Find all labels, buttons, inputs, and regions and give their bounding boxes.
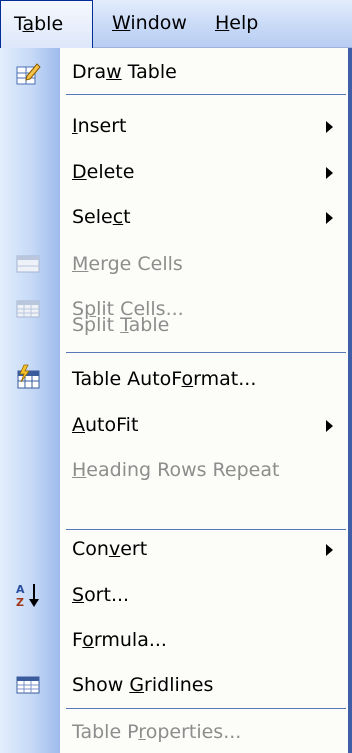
submenu-arrow-icon: [326, 544, 333, 556]
menu-item-label: Table AutoFormat...: [72, 368, 257, 390]
menu-separator: [66, 352, 346, 353]
menu-help-label: Help: [215, 12, 259, 34]
table-autoformat-icon: [15, 364, 41, 390]
menu-bar: Table Window Help: [0, 0, 352, 49]
menu-help[interactable]: Help: [215, 0, 258, 48]
menu-table-label: Table: [14, 13, 64, 35]
menu-item-label: Insert: [72, 115, 127, 137]
submenu-arrow-icon: [326, 420, 333, 432]
menu-table[interactable]: Table: [0, 0, 93, 49]
menu-window[interactable]: Window: [112, 0, 187, 48]
menu-item-label: Table Properties...: [72, 721, 242, 743]
menu-item-label: Draw Table: [72, 61, 177, 83]
menu-item-label: Heading Rows Repeat: [72, 459, 280, 481]
menu-item-label: Delete: [72, 161, 135, 183]
menu-separator: [66, 708, 346, 709]
show-gridlines-icon: [15, 672, 41, 698]
menu-separator: [66, 94, 346, 95]
merge-cells-icon: [15, 251, 41, 277]
menu-border: [348, 48, 352, 753]
menu-item-label: Split Table: [72, 314, 170, 336]
draw-table-icon: [15, 61, 41, 87]
menu-item-label: Select: [72, 206, 131, 228]
table-menu-dropdown: Draw Table Insert Delete Select Merge Ce…: [0, 48, 352, 753]
menu-item-label: Sort...: [72, 584, 130, 606]
menu-separator: [66, 529, 346, 530]
menu-item-label: Show Gridlines: [72, 674, 214, 696]
icon-gutter: [0, 48, 60, 753]
submenu-arrow-icon: [326, 212, 333, 224]
submenu-arrow-icon: [326, 121, 333, 133]
svg-text:A: A: [16, 583, 25, 596]
menu-item-label: AutoFit: [72, 414, 139, 436]
menu-item-label: Formula...: [72, 629, 167, 651]
menu-item-label: Merge Cells: [72, 253, 183, 275]
sort-ascending-icon: A Z: [15, 581, 41, 609]
split-cells-icon: [15, 296, 41, 322]
submenu-arrow-icon: [326, 167, 333, 179]
svg-text:Z: Z: [16, 596, 24, 609]
menu-item-label: Convert: [72, 538, 148, 560]
menu-window-label: Window: [112, 12, 187, 34]
